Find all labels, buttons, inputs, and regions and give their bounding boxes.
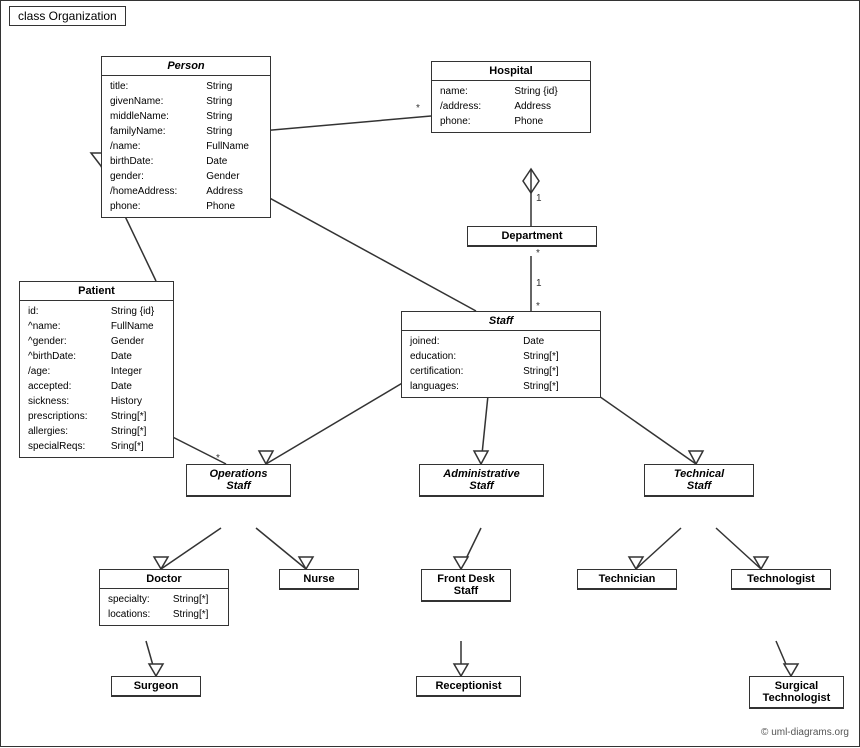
class-staff-name: Staff [402,312,600,331]
class-person-name: Person [102,57,270,76]
class-technical-staff-name: TechnicalStaff [645,465,753,496]
class-surgical-technologist-name: SurgicalTechnologist [750,677,843,708]
class-front-desk-staff-name: Front DeskStaff [422,570,510,601]
class-operations-staff: OperationsStaff [186,464,291,497]
class-operations-staff-name: OperationsStaff [187,465,290,496]
class-person: Person title:String givenName:String mid… [101,56,271,218]
class-department-name: Department [468,227,596,246]
class-patient: Patient id:String {id} ^name:FullName ^g… [19,281,174,458]
class-technician: Technician [577,569,677,590]
svg-text:*: * [216,453,220,464]
class-nurse: Nurse [279,569,359,590]
class-doctor-attrs: specialty:String[*] locations:String[*] [100,589,228,625]
class-technologist: Technologist [731,569,831,590]
class-administrative-staff: AdministrativeStaff [419,464,544,497]
class-receptionist-name: Receptionist [417,677,520,696]
class-doctor: Doctor specialty:String[*] locations:Str… [99,569,229,626]
class-surgical-technologist: SurgicalTechnologist [749,676,844,709]
class-patient-name: Patient [20,282,173,301]
svg-text:1: 1 [536,193,542,204]
class-nurse-name: Nurse [280,570,358,589]
class-hospital-name: Hospital [432,62,590,81]
class-surgeon: Surgeon [111,676,201,697]
class-front-desk-staff: Front DeskStaff [421,569,511,602]
class-technician-name: Technician [578,570,676,589]
class-administrative-staff-name: AdministrativeStaff [420,465,543,496]
svg-text:*: * [536,248,540,259]
copyright: © uml-diagrams.org [761,727,849,738]
class-hospital: Hospital name:String {id} /address:Addre… [431,61,591,133]
diagram-title: class Organization [9,6,126,26]
class-department: Department [467,226,597,247]
class-staff-attrs: joined:Date education:String[*] certific… [402,331,600,397]
class-receptionist: Receptionist [416,676,521,697]
class-patient-attrs: id:String {id} ^name:FullName ^gender:Ge… [20,301,173,457]
class-surgeon-name: Surgeon [112,677,200,696]
svg-text:*: * [416,103,420,114]
class-person-attrs: title:String givenName:String middleName… [102,76,270,217]
class-hospital-attrs: name:String {id} /address:Address phone:… [432,81,590,132]
diagram-container: class Organization 1 * 1 * * * * * [0,0,860,747]
svg-text:1: 1 [536,278,542,289]
class-staff: Staff joined:Date education:String[*] ce… [401,311,601,398]
class-technical-staff: TechnicalStaff [644,464,754,497]
class-doctor-name: Doctor [100,570,228,589]
class-technologist-name: Technologist [732,570,830,589]
